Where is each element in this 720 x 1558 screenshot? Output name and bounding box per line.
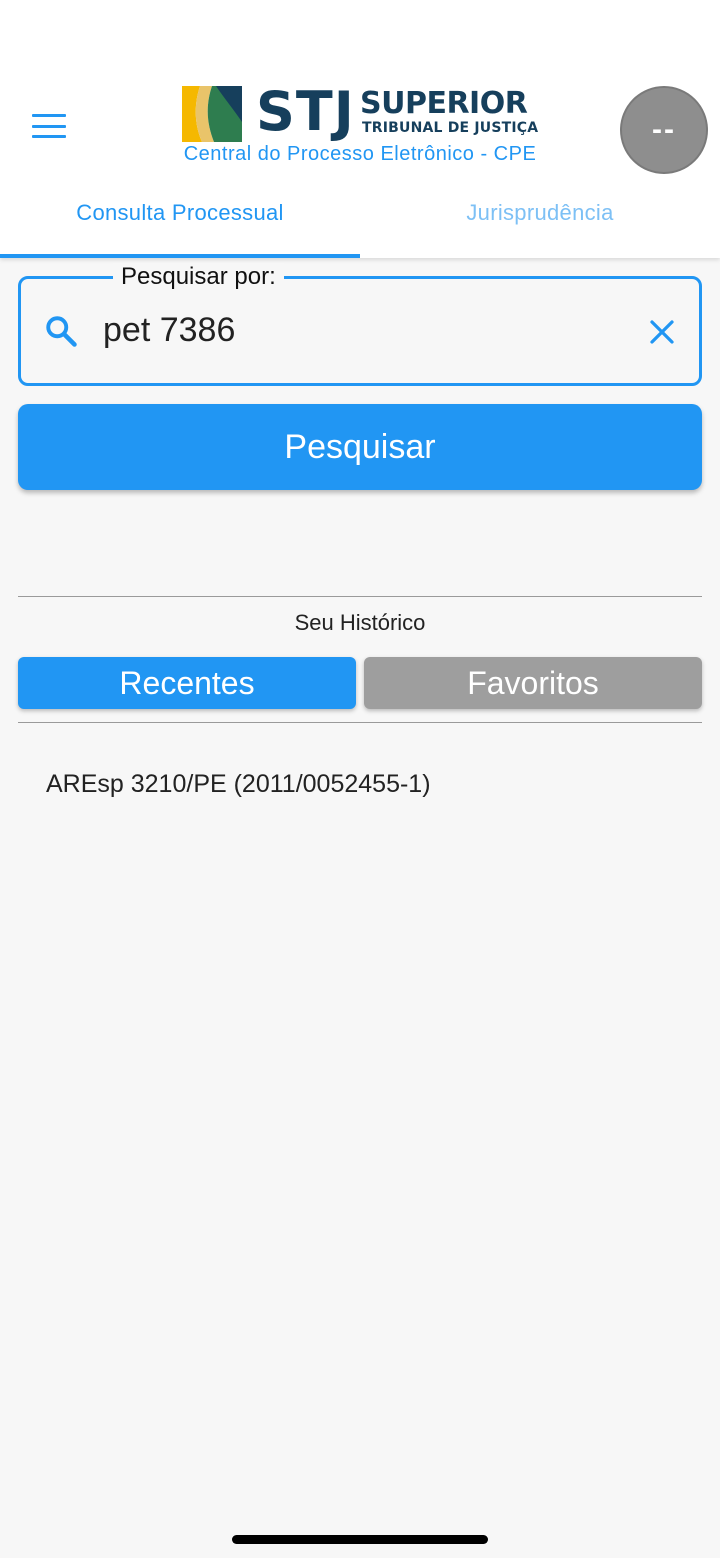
close-icon[interactable]: [647, 317, 677, 347]
tab-consulta-processual[interactable]: Consulta Processual: [0, 180, 360, 258]
stj-logo-mark-icon: [182, 86, 242, 142]
search-field[interactable]: Pesquisar por: pet 7386: [18, 263, 702, 386]
history-list-item[interactable]: AREsp 3210/PE (2011/0052455-1): [46, 770, 431, 799]
active-tab-indicator: [0, 254, 360, 258]
search-field-label: Pesquisar por:: [113, 263, 284, 291]
app-subtitle: Central do Processo Eletrônico - CPE: [183, 143, 537, 165]
divider: [18, 722, 702, 723]
avatar[interactable]: --: [620, 86, 708, 174]
divider: [18, 596, 702, 597]
search-input[interactable]: pet 7386: [103, 311, 235, 350]
home-indicator[interactable]: [232, 1535, 488, 1544]
search-button[interactable]: Pesquisar: [18, 404, 702, 490]
favoritos-button[interactable]: Favoritos: [364, 657, 702, 709]
recentes-button[interactable]: Recentes: [18, 657, 356, 709]
hamburger-menu-icon[interactable]: [30, 112, 68, 140]
logo-name-line2: TRIBUNAL DE JUSTIÇA: [362, 120, 539, 136]
app-header: STJ SUPERIOR TRIBUNAL DE JUSTIÇA Central…: [0, 0, 720, 258]
tab-jurisprudencia[interactable]: Jurisprudência: [360, 180, 720, 258]
search-icon: [46, 316, 77, 347]
history-title: Seu Histórico: [294, 610, 426, 635]
logo-abbreviation: STJ: [256, 80, 355, 143]
logo-name-line1: SUPERIOR: [360, 86, 528, 121]
stj-logo: STJ SUPERIOR TRIBUNAL DE JUSTIÇA: [180, 82, 545, 146]
